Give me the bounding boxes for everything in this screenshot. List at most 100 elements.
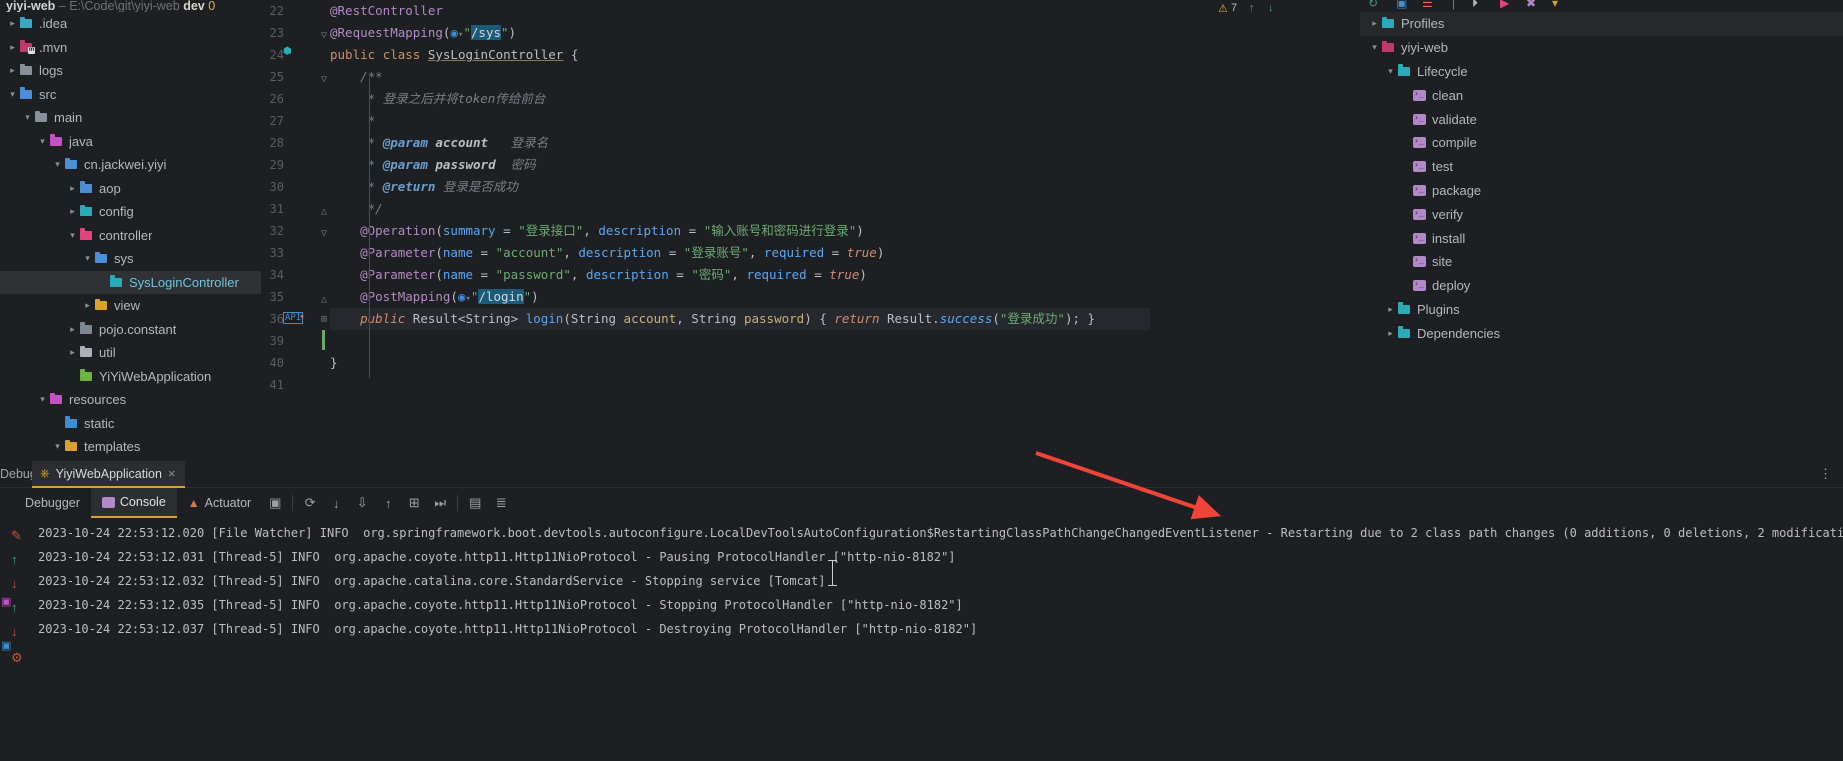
- step-over-icon[interactable]: ⟳: [297, 488, 323, 518]
- tree-item-controller[interactable]: ▾ controller: [0, 224, 261, 248]
- chevron-down-icon[interactable]: ▾: [6, 89, 19, 100]
- project-tree-rows[interactable]: ▸ .idea ▸ m .mvn ▸ logs ▾ src ▾ main ▾ java ▾ cn.jackw…: [0, 12, 261, 459]
- collapse-all-icon[interactable]: ▾: [1552, 0, 1558, 10]
- chevron-right-icon[interactable]: ▸: [81, 300, 94, 311]
- maven-item-clean[interactable]: clean: [1360, 83, 1843, 107]
- chevron-down-icon[interactable]: ▾: [1384, 66, 1397, 77]
- tree-item--mvn[interactable]: ▸ m .mvn: [0, 36, 261, 60]
- tree-item-syslogincontroller[interactable]: SysLoginController: [0, 270, 261, 294]
- resume-program-icon[interactable]: ⏭: [427, 488, 453, 518]
- java-class-gutter-icon[interactable]: ⬢: [283, 46, 292, 57]
- chevron-down-icon[interactable]: ▾: [36, 394, 49, 405]
- tab-console[interactable]: Console: [90, 488, 177, 518]
- chevron-down-icon[interactable]: ▾: [36, 136, 49, 147]
- run-tab-yiyiwebapplication[interactable]: ⎈ YiyiWebApplication ×: [32, 461, 185, 488]
- chevron-down-icon[interactable]: ▾: [21, 112, 34, 123]
- maven-item-plugins[interactable]: ▸ Plugins: [1360, 298, 1843, 322]
- layout-icon[interactable]: ▣: [262, 488, 288, 518]
- maven-item-profiles[interactable]: ▸ Profiles: [1360, 12, 1843, 36]
- step-into-icon[interactable]: ↓: [323, 488, 349, 518]
- run-to-cursor-icon[interactable]: ⊞: [401, 488, 427, 518]
- tree-item-aop[interactable]: ▸ aop: [0, 177, 261, 201]
- editor-gutter[interactable]: 22 23 24 25 26 27 28 29 30 31 32 33 34 35 36 39 40 41 ⬢ ▽ ▽ △…: [261, 0, 330, 461]
- tree-item-java[interactable]: ▾ java: [0, 130, 261, 154]
- maven-item-site[interactable]: site: [1360, 250, 1843, 274]
- expand-marker-icon[interactable]: ⊞: [321, 314, 327, 325]
- maven-item-install[interactable]: install: [1360, 226, 1843, 250]
- chevron-right-icon[interactable]: ▸: [66, 183, 79, 194]
- chevron-right-icon[interactable]: ▸: [1384, 328, 1397, 339]
- code-line-23[interactable]: @RequestMapping(◉▾"/sys"): [330, 22, 516, 44]
- scroll-up-icon[interactable]: ↑: [11, 552, 18, 567]
- chevron-right-icon[interactable]: ▸: [6, 18, 19, 29]
- chevron-right-icon[interactable]: ▸: [66, 324, 79, 335]
- fold-marker-icon[interactable]: △: [321, 294, 327, 305]
- maven-tree-rows[interactable]: ▸ Profiles ▾ yiyi-web ▾ Lifecycle clean validat…: [1360, 12, 1843, 345]
- settings-list-icon[interactable]: ≣: [488, 488, 514, 518]
- debug-tool-window[interactable]: Debug: ⎈ YiyiWebApplication × ⋮ Debugger…: [0, 461, 1843, 761]
- code-line-34[interactable]: @Parameter(name = "password", descriptio…: [330, 264, 867, 286]
- step-out-icon[interactable]: ↑: [375, 488, 401, 518]
- tree-item-logs[interactable]: ▸ logs: [0, 59, 261, 83]
- code-line-26[interactable]: * 登录之后并将token传给前台: [330, 88, 546, 110]
- structure-icon[interactable]: ▣: [1, 595, 11, 608]
- execute-goal-icon[interactable]: ▶: [1500, 0, 1509, 10]
- maven-item-package[interactable]: package: [1360, 179, 1843, 203]
- tab-actuator[interactable]: ▲ Actuator: [177, 488, 262, 518]
- maven-item-test[interactable]: test: [1360, 155, 1843, 179]
- maven-item-lifecycle[interactable]: ▾ Lifecycle: [1360, 60, 1843, 84]
- tree-item-main[interactable]: ▾ main: [0, 106, 261, 130]
- code-editor[interactable]: @RestController @RequestMapping(◉▾"/sys")…: [330, 0, 1150, 461]
- next-highlight-icon[interactable]: ↓: [1268, 2, 1274, 14]
- code-line-24[interactable]: public class SysLoginController {: [330, 44, 578, 66]
- chevron-down-icon[interactable]: ▾: [51, 159, 64, 170]
- code-line-22[interactable]: @RestController: [330, 0, 443, 22]
- maven-toolbar[interactable]: ↻ ▣ ☰ | ⏵ ▶ ✖ ▾: [1360, 0, 1843, 11]
- chevron-right-icon[interactable]: ▸: [66, 206, 79, 217]
- code-line-25[interactable]: /**: [330, 66, 383, 88]
- evaluate-expression-icon[interactable]: ▤: [462, 488, 488, 518]
- services-icon[interactable]: ▣: [1, 639, 11, 652]
- tree-item-pojo-constant[interactable]: ▸ pojo.constant: [0, 318, 261, 342]
- fold-marker-icon[interactable]: ▽: [321, 228, 327, 239]
- run-endpoint-icon[interactable]: ✦: [299, 311, 305, 322]
- reload-project-icon[interactable]: ↻: [1368, 0, 1378, 10]
- run-tabs-bar[interactable]: Debug: ⎈ YiyiWebApplication × ⋮: [0, 461, 1843, 488]
- maven-item-dependencies[interactable]: ▸ Dependencies: [1360, 321, 1843, 345]
- tree-item-cn-jackwei-yiyi[interactable]: ▾ cn.jackwei.yiyi: [0, 153, 261, 177]
- code-line-33[interactable]: @Parameter(name = "account", description…: [330, 242, 884, 264]
- chevron-down-icon[interactable]: ▾: [81, 253, 94, 264]
- generate-sources-icon[interactable]: ☰: [1422, 0, 1433, 10]
- panel-options-icon[interactable]: ⋮: [1819, 466, 1833, 482]
- code-line-36[interactable]: public Result<String> login(String accou…: [330, 308, 1150, 330]
- project-tool-window[interactable]: yiyi-web – E:\Code\git\yiyi-web dev 0 ▸.…: [0, 0, 261, 461]
- code-line-40[interactable]: }: [330, 352, 338, 374]
- tree-item--idea[interactable]: ▸ .idea: [0, 12, 261, 36]
- maven-item-yiyi-web[interactable]: ▾ yiyi-web: [1360, 36, 1843, 60]
- force-step-into-icon[interactable]: ⇩: [349, 488, 375, 518]
- scroll-down-icon[interactable]: ↓: [11, 576, 18, 591]
- tab-debugger[interactable]: Debugger: [14, 488, 91, 518]
- fold-marker-icon[interactable]: △: [321, 206, 327, 217]
- rerun-icon[interactable]: ✎: [11, 528, 22, 544]
- tree-item-view[interactable]: ▸ view: [0, 294, 261, 318]
- toggle-offline-icon[interactable]: ✖: [1526, 0, 1536, 10]
- code-line-31[interactable]: */: [330, 198, 383, 220]
- maven-item-verify[interactable]: verify: [1360, 202, 1843, 226]
- add-maven-project-icon[interactable]: ▣: [1396, 0, 1407, 10]
- code-line-29[interactable]: * @param password 密码: [330, 154, 536, 176]
- maven-item-deploy[interactable]: deploy: [1360, 274, 1843, 298]
- maven-tool-window[interactable]: ↻ ▣ ☰ | ⏵ ▶ ✖ ▾ ▸ Profiles ▾ yiyi-web ▾ Lifec…: [1360, 0, 1843, 461]
- tree-item-sys[interactable]: ▾ sys: [0, 247, 261, 271]
- chevron-right-icon[interactable]: ▸: [66, 347, 79, 358]
- code-line-30[interactable]: * @return 登录是否成功: [330, 176, 518, 198]
- tree-item-config[interactable]: ▸ config: [0, 200, 261, 224]
- maven-item-compile[interactable]: compile: [1360, 131, 1843, 155]
- chevron-down-icon[interactable]: ▾: [51, 441, 64, 452]
- git-branch-label[interactable]: dev: [183, 0, 205, 12]
- run-maven-build-icon[interactable]: ⏵: [1472, 0, 1478, 11]
- console-output[interactable]: 2023-10-24 22:53:12.020 [File Watcher] I…: [38, 518, 1843, 761]
- code-line-28[interactable]: * @param account 登录名: [330, 132, 549, 154]
- fold-marker-icon[interactable]: ▽: [321, 74, 327, 85]
- chevron-right-icon[interactable]: ▸: [6, 65, 19, 76]
